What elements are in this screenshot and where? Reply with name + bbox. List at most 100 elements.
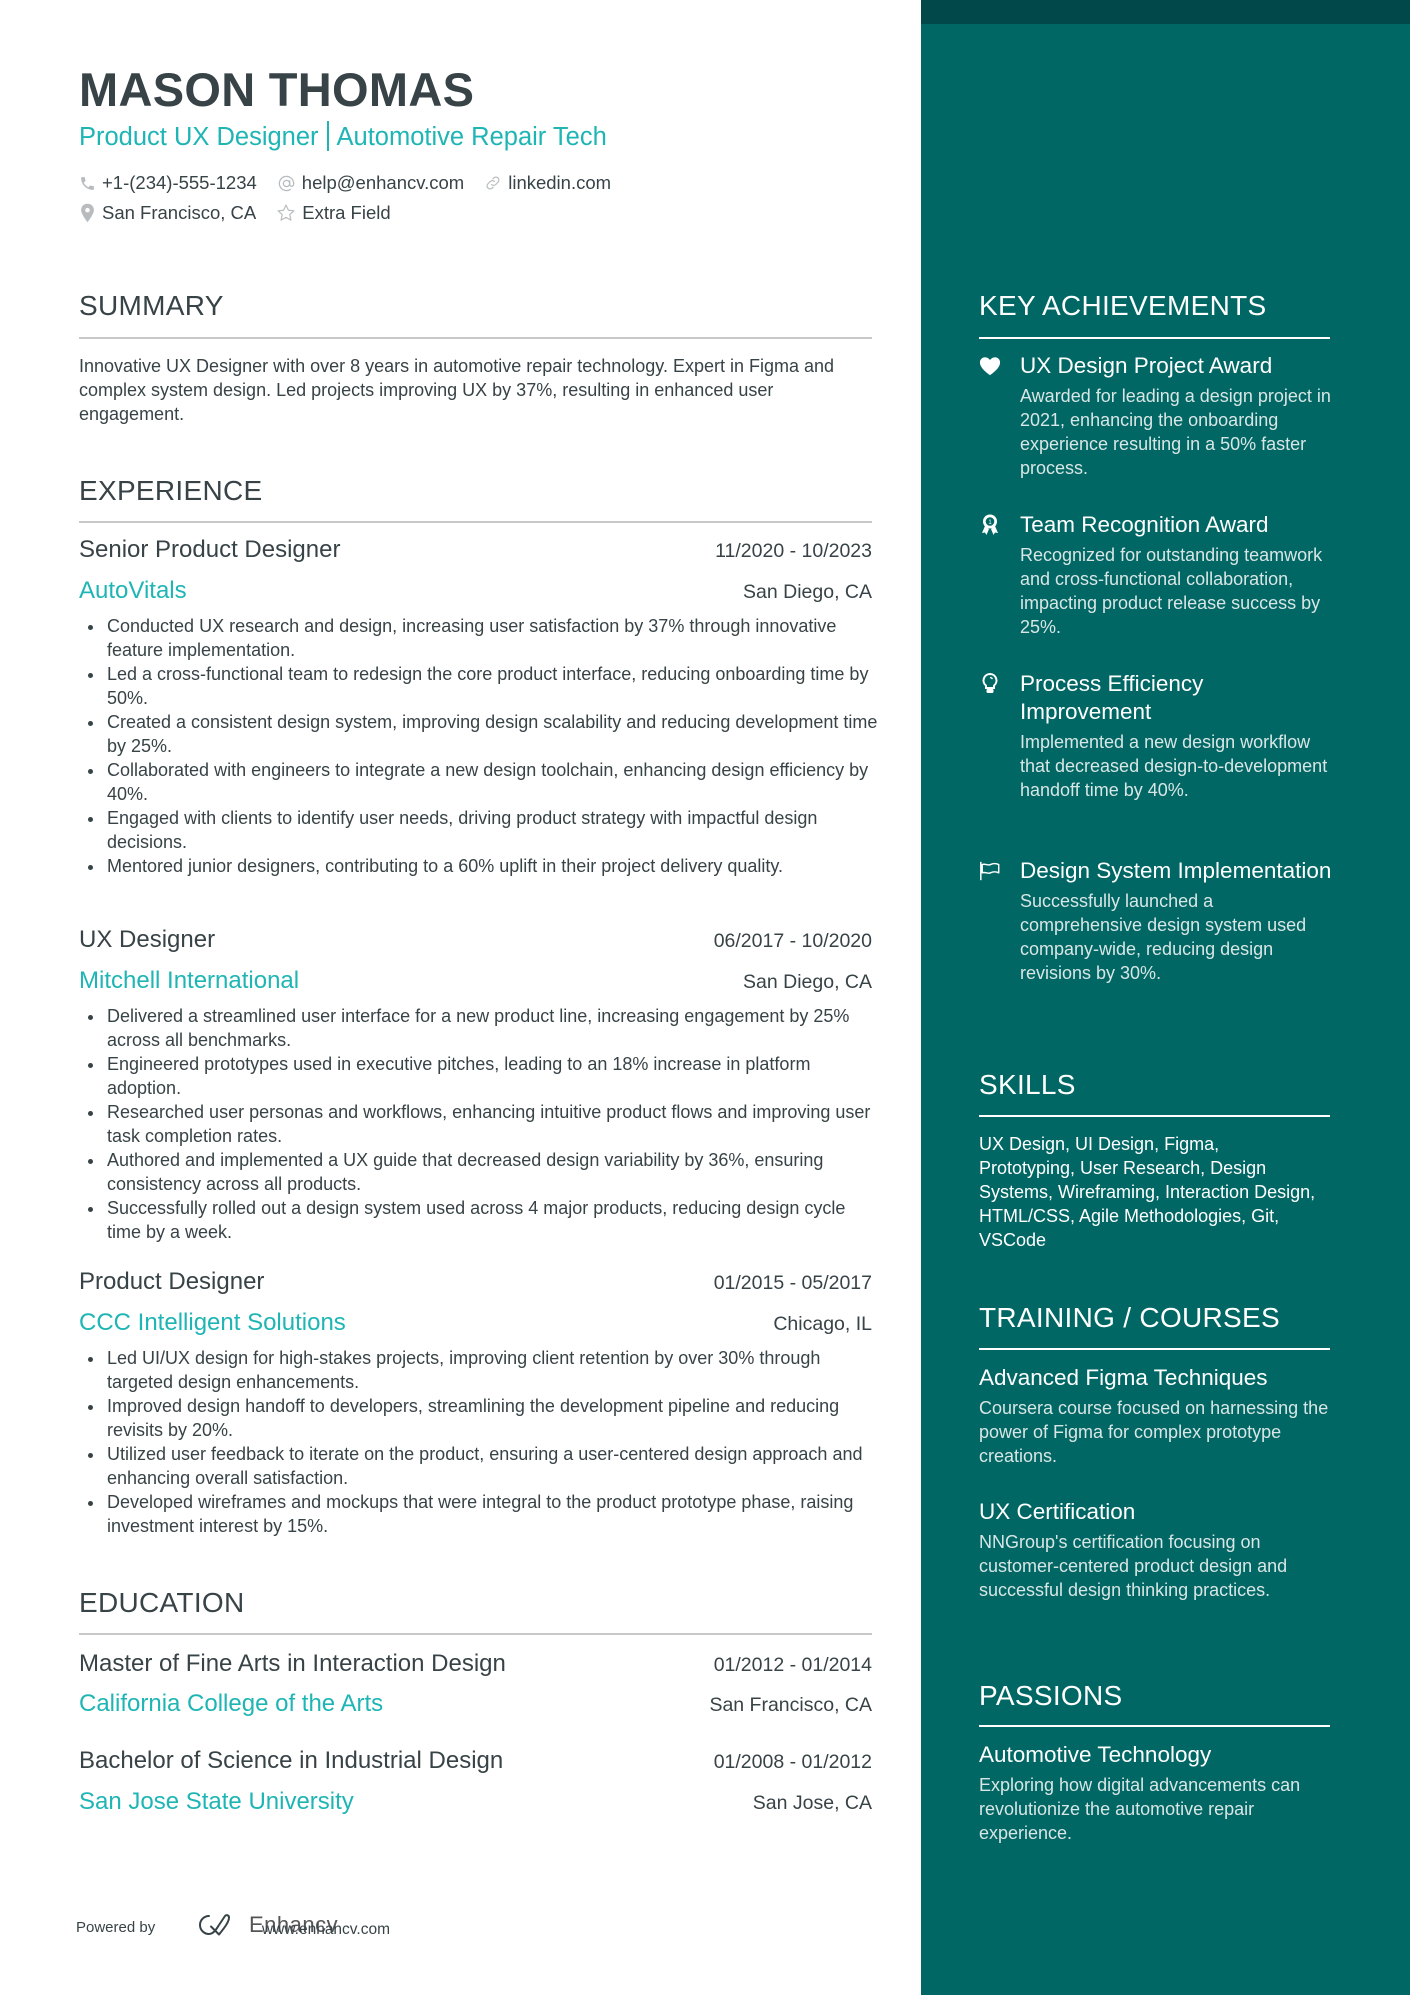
summary-heading: SUMMARY xyxy=(79,290,224,321)
education-header: Bachelor of Science in Industrial Design… xyxy=(79,1747,872,1775)
list-item: Led a cross-functional team to redesign … xyxy=(79,662,879,710)
contact-location: San Francisco, CA xyxy=(79,202,256,224)
achievement-item: 1 Team Recognition Award Recognized for … xyxy=(979,511,1339,639)
job-location: Chicago, IL xyxy=(773,1313,872,1335)
job-company: CCC Intelligent Solutions xyxy=(79,1309,346,1336)
section-divider xyxy=(979,1115,1330,1117)
location-pin-icon xyxy=(81,203,94,223)
contact-phone[interactable]: +1-(234)-555-1234 xyxy=(79,172,257,194)
title-primary: Product UX Designer xyxy=(79,123,319,151)
education-school-row: San Jose State University San Jose, CA xyxy=(79,1788,872,1816)
list-item: Engaged with clients to identify user ne… xyxy=(79,806,879,854)
passion-title: Automotive Technology xyxy=(979,1742,1212,1767)
education-dates: 01/2008 - 01/2012 xyxy=(713,1751,872,1773)
achievement-desc: Awarded for leading a design project in … xyxy=(1020,386,1331,478)
job-bullets: Led UI/UX design for high-stakes project… xyxy=(79,1346,879,1538)
training-title: UX Certification xyxy=(979,1499,1136,1524)
section-divider xyxy=(79,337,872,339)
heart-icon xyxy=(979,355,1001,377)
achievement-desc: Successfully launched a comprehensive de… xyxy=(1020,891,1307,983)
list-item: Conducted UX research and design, increa… xyxy=(79,614,879,662)
phone-icon xyxy=(81,176,94,190)
section-divider xyxy=(979,1725,1330,1727)
section-divider xyxy=(79,521,872,523)
training-item: Advanced Figma Techniques Coursera cours… xyxy=(979,1364,1329,1468)
contact-email[interactable]: help@enhancv.com xyxy=(277,172,464,194)
flag-icon xyxy=(979,860,1001,882)
achievement-title: Design System Implementation xyxy=(1020,858,1332,883)
achievement-title: UX Design Project Award xyxy=(1020,353,1273,378)
job-role: Product Designer xyxy=(79,1268,265,1295)
passion-item: Automotive Technology Exploring how digi… xyxy=(979,1741,1329,1845)
job-company-row: CCC Intelligent Solutions Chicago, IL xyxy=(79,1309,872,1337)
candidate-name: MASON THOMAS xyxy=(79,63,475,116)
star-icon xyxy=(277,204,295,221)
achievement-item: Design System Implementation Successfull… xyxy=(979,857,1339,985)
achievement-title: Process Efficiency Improvement xyxy=(1020,671,1204,724)
list-item: Created a consistent design system, impr… xyxy=(79,710,879,758)
achievement-item: UX Design Project Award Awarded for lead… xyxy=(979,352,1339,480)
enhancv-logo-icon xyxy=(199,1914,230,1936)
achievement-item: Process Efficiency Improvement Implement… xyxy=(979,670,1339,802)
job-dates: 01/2015 - 05/2017 xyxy=(713,1272,872,1294)
job-location: San Diego, CA xyxy=(743,971,872,993)
lightbulb-icon xyxy=(979,672,1001,695)
contact-linkedin[interactable]: linkedin.com xyxy=(484,172,611,194)
job-company: AutoVitals xyxy=(79,577,187,604)
list-item: Delivered a streamlined user interface f… xyxy=(79,1004,879,1052)
education-heading: EDUCATION xyxy=(79,1587,245,1618)
summary-text: Innovative UX Designer with over 8 years… xyxy=(79,356,835,424)
achievement-desc: Implemented a new design workflow that d… xyxy=(1020,732,1328,800)
list-item: Successfully rolled out a design system … xyxy=(79,1196,879,1244)
experience-heading: EXPERIENCE xyxy=(79,475,263,506)
at-icon xyxy=(278,175,295,191)
education-header: Master of Fine Arts in Interaction Desig… xyxy=(79,1650,872,1678)
training-title: Advanced Figma Techniques xyxy=(979,1365,1268,1390)
skills-text: UX Design, UI Design, Figma, Prototyping… xyxy=(979,1134,1316,1250)
passion-desc: Exploring how digital advancements can r… xyxy=(979,1775,1301,1843)
list-item: Utilized user feedback to iterate on the… xyxy=(79,1442,879,1490)
achievement-title: Team Recognition Award xyxy=(1020,512,1269,537)
education-dates: 01/2012 - 01/2014 xyxy=(713,1654,872,1676)
award-ribbon-icon: 1 xyxy=(979,514,1001,536)
contact-extra: Extra Field xyxy=(276,202,391,224)
job-bullets: Conducted UX research and design, increa… xyxy=(79,614,879,878)
section-divider xyxy=(979,337,1330,339)
title-secondary: Automotive Repair Tech xyxy=(336,123,607,151)
training-heading: TRAINING / COURSES xyxy=(979,1302,1280,1333)
sidebar-top-band xyxy=(921,0,1410,24)
list-item: Led UI/UX design for high-stakes project… xyxy=(79,1346,879,1394)
list-item: Authored and implemented a UX guide that… xyxy=(79,1148,879,1196)
job-bullets: Delivered a streamlined user interface f… xyxy=(79,1004,879,1244)
achievement-desc: Recognized for outstanding teamwork and … xyxy=(1020,545,1323,637)
school: California College of the Arts xyxy=(79,1690,384,1717)
job-header: Product Designer 01/2015 - 05/2017 xyxy=(79,1268,872,1296)
list-item: Researched user personas and workflows, … xyxy=(79,1100,879,1148)
job-role: UX Designer xyxy=(79,926,216,953)
section-divider xyxy=(79,1633,872,1635)
list-item: Engineered prototypes used in executive … xyxy=(79,1052,879,1100)
achievements-heading: KEY ACHIEVEMENTS xyxy=(979,290,1267,321)
list-item: Collaborated with engineers to integrate… xyxy=(79,758,879,806)
list-item: Developed wireframes and mockups that we… xyxy=(79,1490,879,1538)
training-desc: Coursera course focused on harnessing th… xyxy=(979,1398,1329,1466)
job-company: Mitchell International xyxy=(79,967,300,994)
job-company-row: Mitchell International San Diego, CA xyxy=(79,967,872,995)
degree: Bachelor of Science in Industrial Design xyxy=(79,1747,504,1774)
website-link[interactable]: www.enhancv.com xyxy=(262,1921,390,1939)
job-dates: 11/2020 - 10/2023 xyxy=(715,540,872,562)
degree: Master of Fine Arts in Interaction Desig… xyxy=(79,1650,506,1677)
contact-row: +1-(234)-555-1234 help@enhancv.com linke… xyxy=(79,172,631,194)
training-desc: NNGroup's certification focusing on cust… xyxy=(979,1532,1288,1600)
section-divider xyxy=(979,1348,1330,1350)
list-item: Improved design handoff to developers, s… xyxy=(79,1394,879,1442)
education-location: San Francisco, CA xyxy=(709,1694,872,1716)
skills-heading: SKILLS xyxy=(979,1069,1076,1100)
job-role: Senior Product Designer xyxy=(79,536,341,563)
link-icon xyxy=(486,176,500,190)
main-column: MASON THOMAS Product UX Designer Automoti… xyxy=(0,0,921,1995)
job-header: Senior Product Designer 11/2020 - 10/202… xyxy=(79,536,872,564)
education-location: San Jose, CA xyxy=(752,1792,872,1814)
passions-heading: PASSIONS xyxy=(979,1680,1123,1711)
contact-row: San Francisco, CA Extra Field xyxy=(79,202,411,224)
